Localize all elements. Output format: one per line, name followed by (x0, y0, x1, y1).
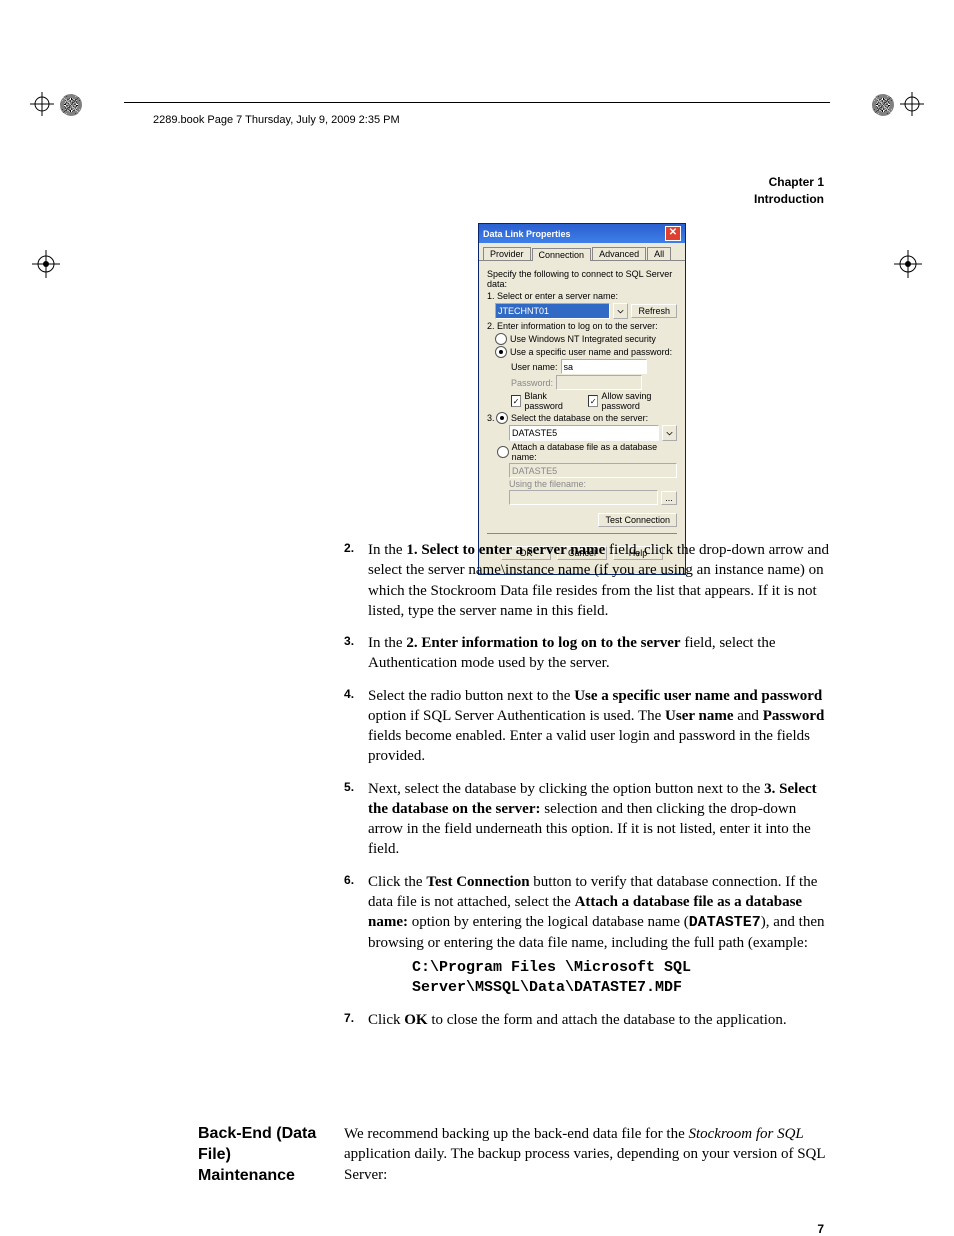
side-heading: Back-End (Data File) Maintenance (198, 1124, 318, 1186)
password-label: Password: (511, 378, 553, 388)
browse-button: ... (661, 491, 677, 505)
radio-nt-label: Use Windows NT Integrated security (510, 334, 656, 344)
step1-label: 1. Select or enter a server name: (487, 291, 677, 301)
filename-field (509, 490, 658, 505)
chapter-heading: Chapter 1 Introduction (754, 174, 824, 208)
radial-mark-icon (872, 94, 894, 116)
step3-label: Select the database on the server: (511, 413, 648, 423)
allow-save-checkbox[interactable]: ✓ (588, 395, 598, 407)
database-value: DATASTE5 (512, 428, 557, 438)
allow-save-label: Allow saving password (601, 391, 677, 411)
step2-label: 2. Enter information to log on to the se… (487, 321, 677, 331)
maintenance-paragraph: We recommend backing up the back-end dat… (344, 1124, 829, 1185)
attach-label: Attach a database file as a database nam… (512, 442, 677, 462)
step-5: Next, select the database by clicking th… (344, 779, 829, 860)
tab-provider[interactable]: Provider (483, 247, 531, 260)
radio-nt-security[interactable] (495, 333, 507, 345)
body-content: In the 1. Select to enter a server name … (344, 540, 829, 1042)
radio-select-db[interactable] (496, 412, 508, 424)
tab-advanced[interactable]: Advanced (592, 247, 646, 260)
chapter-line2: Introduction (754, 191, 824, 208)
header-meta: 2289.book Page 7 Thursday, July 9, 2009 … (153, 114, 400, 126)
step-7: Click OK to close the form and attach th… (344, 1010, 829, 1030)
radio-attach-db[interactable] (497, 446, 509, 458)
dialog-title: Data Link Properties (483, 229, 571, 239)
step-2: In the 1. Select to enter a server name … (344, 540, 829, 621)
database-combo[interactable]: DATASTE5 (509, 425, 659, 441)
registration-mark-icon (900, 92, 924, 116)
registration-mark-icon (32, 250, 60, 278)
blank-password-label: Blank password (524, 391, 577, 411)
step-4: Select the radio button next to the Use … (344, 686, 829, 767)
step-3: In the 2. Enter information to log on to… (344, 633, 829, 674)
data-link-properties-dialog: Data Link Properties ✕ Provider Connecti… (478, 223, 686, 575)
refresh-button[interactable]: Refresh (631, 304, 677, 318)
radio-specific-label: Use a specific user name and password: (510, 347, 672, 357)
radial-mark-icon (60, 94, 82, 116)
chapter-line1: Chapter 1 (754, 174, 824, 191)
chevron-down-icon[interactable] (662, 425, 677, 441)
registration-mark-icon (894, 250, 922, 278)
dialog-intro: Specify the following to connect to SQL … (487, 269, 677, 289)
filename-label: Using the filename: (509, 479, 586, 489)
header-rule (124, 102, 830, 103)
blank-password-checkbox[interactable]: ✓ (511, 395, 521, 407)
step-6: Click the Test Connection button to veri… (344, 872, 829, 999)
close-icon[interactable]: ✕ (665, 226, 681, 241)
password-field (556, 375, 642, 390)
tab-connection[interactable]: Connection (532, 248, 592, 261)
code-path: C:\Program Files \Microsoft SQL Server\M… (412, 958, 829, 999)
dialog-tabs: Provider Connection Advanced All (479, 243, 685, 261)
server-name-value: JTECHNT01 (498, 306, 549, 316)
username-field[interactable] (561, 359, 647, 374)
dialog-titlebar: Data Link Properties ✕ (479, 224, 685, 243)
registration-mark-icon (30, 92, 54, 116)
attach-db-name-field (509, 463, 677, 478)
username-label: User name: (511, 362, 558, 372)
server-name-combo[interactable]: JTECHNT01 (495, 303, 610, 319)
test-connection-button[interactable]: Test Connection (598, 513, 677, 527)
chevron-down-icon[interactable] (613, 303, 628, 319)
radio-specific-user[interactable] (495, 346, 507, 358)
tab-all[interactable]: All (647, 247, 671, 260)
